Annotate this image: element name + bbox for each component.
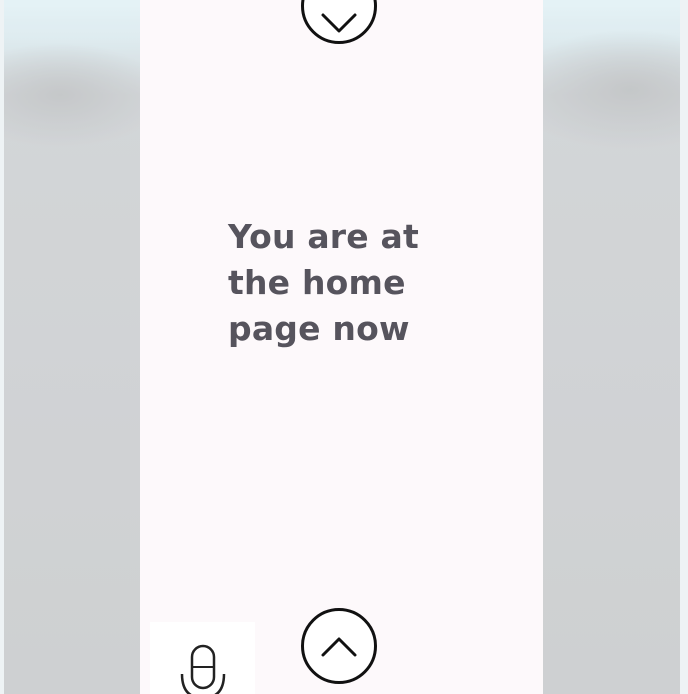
microphone-icon [180,644,225,694]
scroll-up-button[interactable] [301,608,377,684]
home-status-message: You are at the home page now [228,217,419,348]
chevron-down-icon [321,13,357,33]
voice-input-button[interactable] [150,622,255,694]
right-edge [680,0,688,694]
app-screen: You are at the home page now [0,0,688,694]
chevron-up-icon [321,637,357,657]
left-edge [0,0,4,694]
